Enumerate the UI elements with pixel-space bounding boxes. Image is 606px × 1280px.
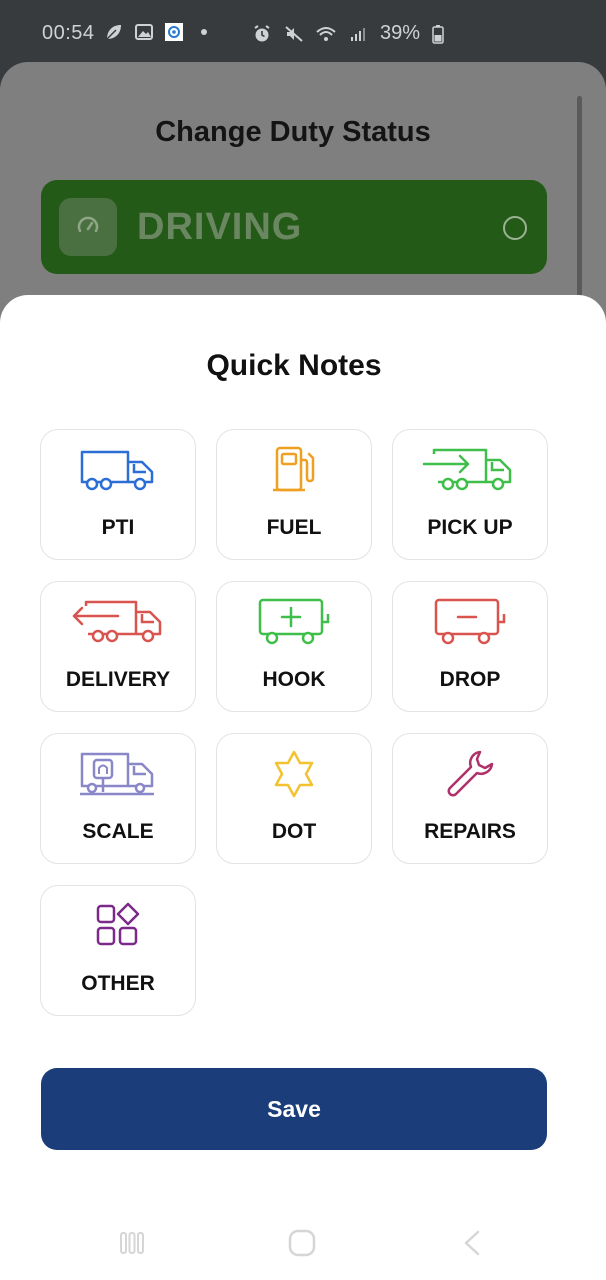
- home-icon[interactable]: [287, 1229, 317, 1262]
- sheet-title: Quick Notes: [206, 349, 382, 382]
- note-drop[interactable]: DROP: [392, 581, 548, 712]
- wrench-icon: [393, 748, 547, 800]
- gallery-icon: [134, 22, 154, 42]
- speedometer-icon: [59, 198, 117, 256]
- note-label: OTHER: [81, 972, 155, 995]
- recent-apps-icon[interactable]: [118, 1229, 146, 1262]
- note-hook[interactable]: HOOK: [216, 581, 372, 712]
- battery-icon: [432, 24, 444, 44]
- note-scale[interactable]: SCALE: [40, 733, 196, 864]
- clock: 00:54: [42, 22, 95, 44]
- truck-arrow-in-icon: [393, 444, 547, 496]
- dot-icon: [194, 22, 214, 42]
- trailer-plus-icon: [217, 596, 371, 648]
- note-label: HOOK: [262, 668, 326, 691]
- star-badge-icon: [217, 748, 371, 800]
- trailer-minus-icon: [393, 596, 547, 648]
- driving-option[interactable]: DRIVING: [41, 180, 547, 274]
- note-label: PICK UP: [427, 516, 513, 539]
- note-label: PTI: [101, 516, 135, 539]
- note-delivery[interactable]: DELIVERY: [40, 581, 196, 712]
- note-label: DOT: [271, 820, 317, 843]
- truck-icon: [41, 444, 195, 496]
- note-fuel[interactable]: FUEL: [216, 429, 372, 560]
- save-button[interactable]: Save: [41, 1068, 547, 1150]
- grid-shapes-icon: [41, 900, 195, 952]
- mute-icon: [284, 24, 304, 44]
- app-icon: [164, 22, 184, 42]
- note-label: SCALE: [82, 820, 154, 843]
- note-repairs[interactable]: REPAIRS: [392, 733, 548, 864]
- signal-icon: [348, 24, 368, 44]
- truck-scale-icon: [41, 748, 195, 800]
- note-label: REPAIRS: [424, 820, 516, 843]
- note-label: DELIVERY: [65, 668, 171, 691]
- note-pick-up[interactable]: PICK UP: [392, 429, 548, 560]
- truck-arrow-out-icon: [41, 596, 195, 648]
- navigation-bar: [0, 1215, 606, 1280]
- leaf-icon: [104, 22, 124, 42]
- fuel-pump-icon: [217, 444, 371, 496]
- note-label: FUEL: [266, 516, 322, 539]
- alarm-icon: [252, 24, 272, 44]
- note-pti[interactable]: PTI: [40, 429, 196, 560]
- battery-percent: 39%: [380, 22, 421, 44]
- duty-status-title: Change Duty Status: [155, 116, 431, 148]
- driving-radio[interactable]: [503, 216, 527, 240]
- wifi-icon: [316, 24, 336, 44]
- note-other[interactable]: OTHER: [40, 885, 196, 1016]
- note-label: DROP: [439, 668, 501, 691]
- status-bar: 00:54 39%: [0, 0, 606, 70]
- note-dot[interactable]: DOT: [216, 733, 372, 864]
- driving-label: DRIVING: [137, 206, 303, 248]
- quick-notes-sheet: Quick Notes PTI FUEL PICK UP DELIVERY HO…: [0, 295, 606, 1280]
- back-icon[interactable]: [460, 1229, 484, 1262]
